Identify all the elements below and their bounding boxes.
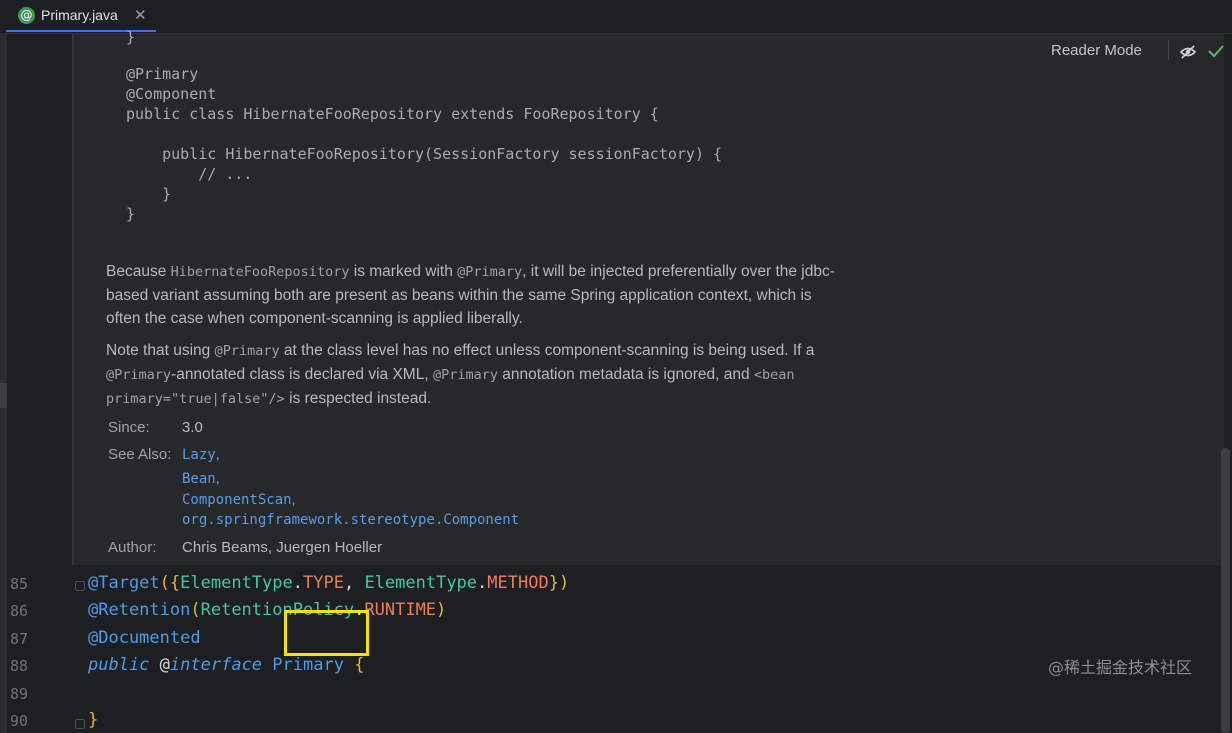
fold-icon[interactable] xyxy=(75,719,85,729)
see-also-link-bean[interactable]: Bean, xyxy=(182,470,220,487)
doc-code-line: @Primary xyxy=(126,65,199,83)
doc-paragraph-1: Because HibernateFooRepository is marked… xyxy=(106,260,835,330)
close-icon[interactable]: ✕ xyxy=(134,6,147,24)
toolbar-divider xyxy=(1168,40,1169,60)
interface-name-primary[interactable]: Primary xyxy=(272,655,344,675)
line-number: 87 xyxy=(10,630,29,648)
doc-paragraph-2: Note that using @Primary at the class le… xyxy=(106,339,814,411)
code-editor[interactable]: } @Primary @Component public class Hiber… xyxy=(0,28,1232,733)
doc-code-line: // ... xyxy=(126,165,253,183)
since-value: 3.0 xyxy=(182,419,203,436)
eye-slash-icon[interactable] xyxy=(1179,44,1197,63)
doc-line: Note that using @Primary at the class le… xyxy=(106,342,815,359)
doc-line: primary="true|false"/> is respected inst… xyxy=(106,390,432,407)
code-line-87: @Documented xyxy=(88,628,201,648)
code-line-90: } xyxy=(88,710,99,730)
doc-code-line: } xyxy=(126,28,136,46)
doc-code-line: public HibernateFooRepository(SessionFac… xyxy=(126,145,723,163)
doc-code-line: @Component xyxy=(126,85,217,103)
highlight-box xyxy=(284,610,369,656)
see-also-link-component[interactable]: org.springframework.stereotype.Component xyxy=(182,512,519,528)
doc-line: often the case when component-scanning i… xyxy=(106,310,523,327)
line-number: 89 xyxy=(10,685,29,703)
fold-icon[interactable] xyxy=(75,581,85,591)
see-also-link-lazy[interactable]: Lazy, xyxy=(182,446,220,463)
line-number: 90 xyxy=(10,712,29,730)
annotation-file-icon: @ xyxy=(18,7,35,24)
see-also-link-componentscan[interactable]: ComponentScan, xyxy=(182,491,295,508)
author-value: Chris Beams, Juergen Hoeller xyxy=(182,539,383,556)
line-number: 88 xyxy=(10,657,29,675)
doc-code-line: public class HibernateFooRepository exte… xyxy=(126,105,659,123)
inspection-ok-icon[interactable] xyxy=(1208,43,1224,62)
code-line-88: public @interface Primary { xyxy=(88,655,365,675)
watermark: @稀土掘金技术社区 xyxy=(1048,658,1193,677)
editor-tab-bar: @ Primary.java ✕ xyxy=(0,0,1232,34)
code-line-85: @Target({ElementType.TYPE, ElementType.M… xyxy=(88,573,570,593)
doc-code-line: } xyxy=(126,185,172,203)
reader-mode-button[interactable]: Reader Mode xyxy=(1051,42,1142,59)
vertical-scrollbar[interactable] xyxy=(1221,448,1230,733)
doc-code-line: } xyxy=(126,205,136,223)
see-also-label: See Also: xyxy=(108,446,172,463)
author-label: Author: xyxy=(108,539,157,556)
tab-label: Primary.java xyxy=(41,7,118,23)
doc-line: based variant assuming both are present … xyxy=(106,287,812,304)
line-number: 85 xyxy=(10,575,29,593)
doc-line: Because HibernateFooRepository is marked… xyxy=(106,263,835,280)
line-number: 86 xyxy=(10,602,29,620)
code-line-86: @Retention(RetentionPolicy.RUNTIME) xyxy=(88,600,447,620)
gutter-marker xyxy=(0,383,7,408)
doc-line: @Primary-annotated class is declared via… xyxy=(106,366,795,383)
since-label: Since: xyxy=(108,419,150,436)
